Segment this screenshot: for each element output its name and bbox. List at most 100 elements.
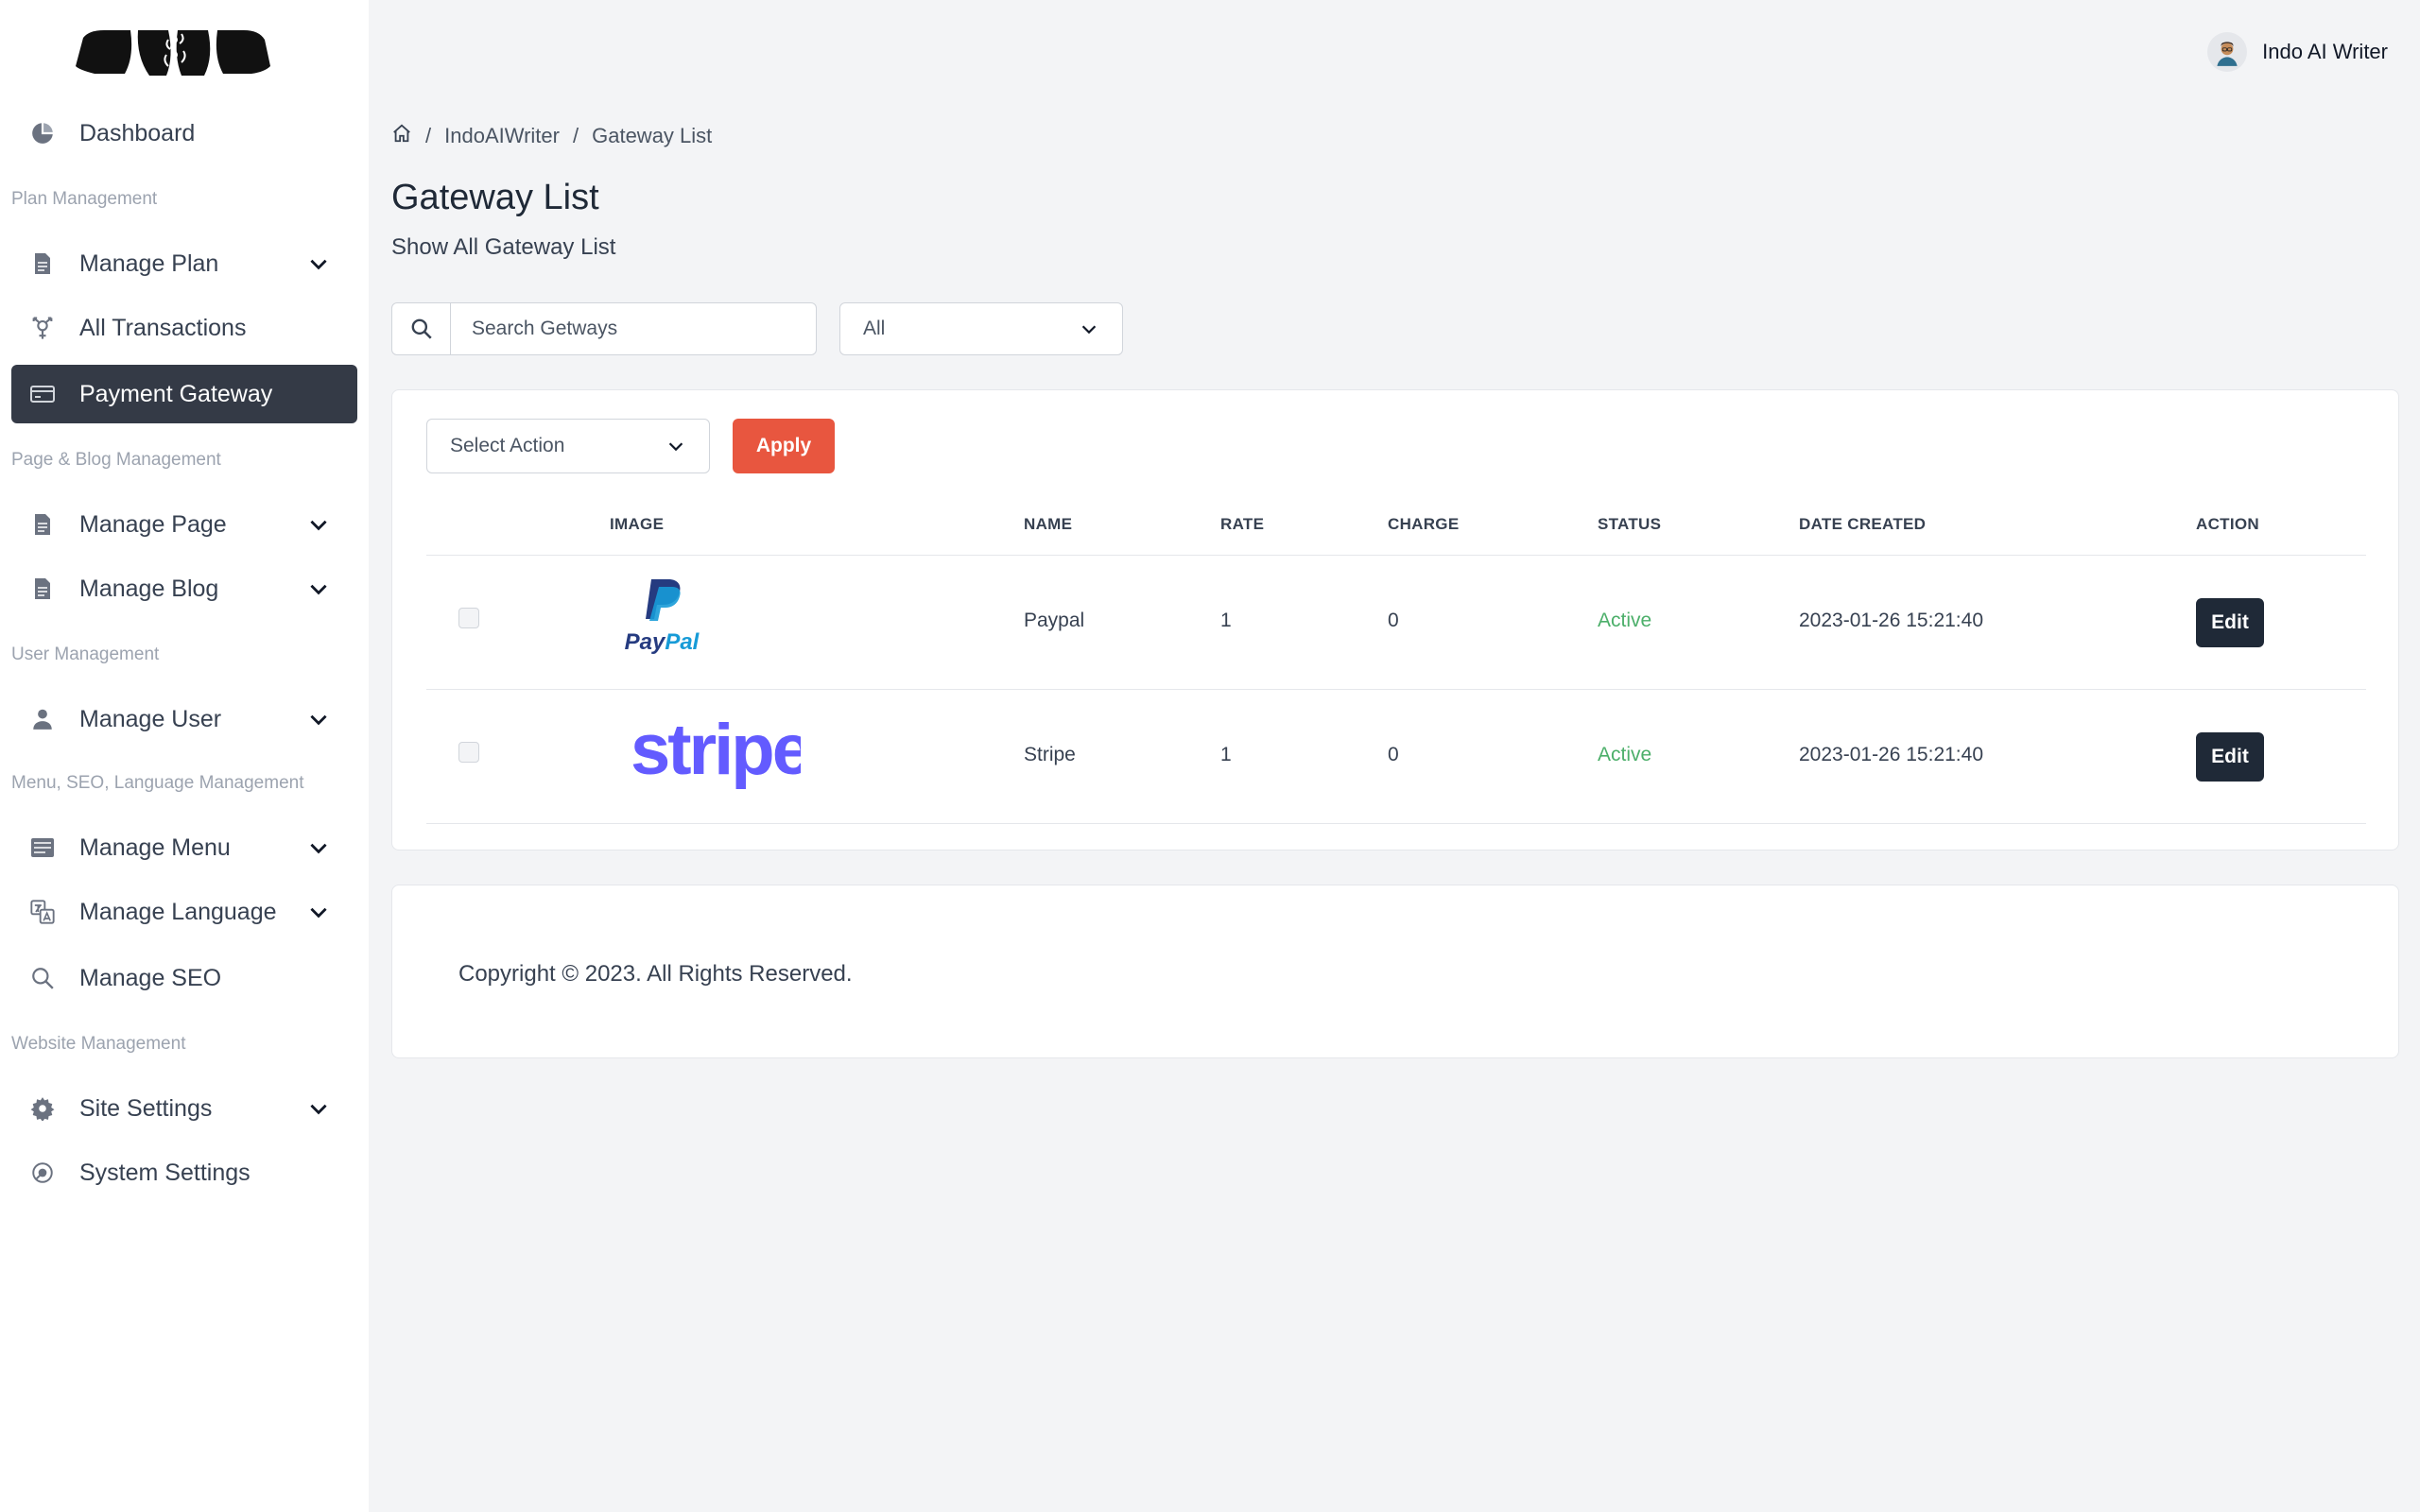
home-icon[interactable] bbox=[391, 123, 412, 149]
bulk-action-select[interactable]: Select Action bbox=[426, 419, 710, 473]
gateway-name: Stripe bbox=[1024, 744, 1076, 765]
sidebar-item-all-transactions[interactable]: All Transactions bbox=[11, 299, 357, 357]
sidebar-item-label: Manage User bbox=[79, 705, 222, 732]
table-divider bbox=[426, 555, 2366, 556]
sidebar-item-label: System Settings bbox=[79, 1159, 251, 1186]
translate-icon bbox=[28, 898, 57, 926]
search-icon[interactable] bbox=[392, 303, 451, 354]
gateway-rate: 1 bbox=[1220, 610, 1232, 631]
breadcrumb: / IndoAIWriter / Gateway List bbox=[391, 123, 712, 149]
footer: Copyright © 2023. All Rights Reserved. bbox=[391, 885, 2399, 1058]
chevron-down-icon bbox=[310, 259, 327, 270]
search-box bbox=[391, 302, 817, 355]
search-input[interactable] bbox=[451, 303, 816, 354]
sidebar-item-label: Manage Language bbox=[79, 898, 277, 925]
avatar bbox=[2207, 32, 2248, 72]
sidebar-item-system-settings[interactable]: System Settings bbox=[11, 1143, 357, 1202]
breadcrumb-item-current: Gateway List bbox=[592, 124, 713, 147]
sidebar-item-label: Dashboard bbox=[79, 119, 196, 146]
sidebar-item-dashboard[interactable]: Dashboard bbox=[11, 104, 357, 163]
column-header-action: ACTION bbox=[2196, 515, 2259, 533]
chevron-down-icon bbox=[310, 714, 327, 726]
chevron-down-icon bbox=[310, 1104, 327, 1115]
chevron-down-icon bbox=[310, 843, 327, 854]
apply-button[interactable]: Apply bbox=[733, 419, 835, 473]
sidebar-item-label: Manage Menu bbox=[79, 833, 231, 861]
sidebar-item-manage-seo[interactable]: Manage SEO bbox=[11, 949, 357, 1007]
credit-card-icon bbox=[28, 380, 57, 408]
user-icon bbox=[28, 705, 57, 733]
sidebar-item-label: Manage Blog bbox=[79, 575, 219, 602]
section-label-user: User Management bbox=[11, 644, 160, 664]
column-header-image: IMAGE bbox=[610, 515, 665, 533]
sidebar-item-manage-language[interactable]: Manage Language bbox=[11, 883, 357, 941]
sidebar-item-label: Manage Page bbox=[79, 510, 227, 538]
sidebar: Dashboard Plan Management Manage Plan Al… bbox=[0, 0, 369, 1512]
sidebar-item-label: Site Settings bbox=[79, 1094, 213, 1122]
sidebar-item-manage-user[interactable]: Manage User bbox=[11, 690, 357, 748]
table-divider bbox=[426, 689, 2366, 690]
row-checkbox[interactable] bbox=[458, 608, 479, 628]
section-label-plan: Plan Management bbox=[11, 189, 158, 209]
system-settings-icon bbox=[28, 1159, 57, 1187]
sidebar-item-site-settings[interactable]: Site Settings bbox=[11, 1079, 357, 1138]
pie-chart-icon bbox=[28, 119, 57, 147]
row-checkbox[interactable] bbox=[458, 742, 479, 763]
column-header-name: NAME bbox=[1024, 515, 1073, 533]
transactions-icon bbox=[28, 314, 57, 342]
search-icon bbox=[28, 964, 57, 992]
svg-text:stripe: stripe bbox=[631, 715, 801, 790]
chevron-down-icon bbox=[310, 907, 327, 919]
status-badge: Active bbox=[1598, 610, 1652, 631]
edit-button[interactable]: Edit bbox=[2196, 732, 2264, 782]
sidebar-item-payment-gateway[interactable]: Payment Gateway bbox=[11, 365, 357, 423]
sidebar-item-manage-blog[interactable]: Manage Blog bbox=[11, 559, 357, 618]
breadcrumb-separator: / bbox=[572, 124, 579, 147]
svg-text:PayPal: PayPal bbox=[625, 629, 700, 655]
filter-selected-value: All bbox=[863, 318, 886, 339]
table-divider bbox=[426, 823, 2366, 824]
status-badge: Active bbox=[1598, 744, 1652, 765]
chevron-down-icon bbox=[310, 520, 327, 531]
breadcrumb-separator: / bbox=[425, 124, 432, 147]
copyright-text: Copyright © 2023. All Rights Reserved. bbox=[458, 961, 853, 987]
document-icon bbox=[28, 249, 57, 278]
section-label-website: Website Management bbox=[11, 1034, 186, 1054]
sidebar-item-label: Manage Plan bbox=[79, 249, 219, 277]
user-name: Indo AI Writer bbox=[2262, 40, 2388, 63]
document-icon bbox=[28, 575, 57, 603]
sidebar-item-manage-menu[interactable]: Manage Menu bbox=[11, 818, 357, 877]
gateway-rate: 1 bbox=[1220, 744, 1232, 765]
chevron-down-icon bbox=[668, 442, 683, 452]
status-filter-select[interactable]: All bbox=[839, 302, 1123, 355]
sidebar-item-manage-plan[interactable]: Manage Plan bbox=[11, 234, 357, 293]
date-created: 2023-01-26 15:21:40 bbox=[1799, 744, 1983, 765]
menu-icon bbox=[28, 833, 57, 862]
stripe-logo: stripe bbox=[631, 715, 801, 790]
breadcrumb-item-root[interactable]: IndoAIWriter bbox=[444, 124, 560, 148]
sidebar-item-label: All Transactions bbox=[79, 314, 247, 341]
column-header-charge: CHARGE bbox=[1388, 515, 1460, 533]
page-title: Gateway List bbox=[391, 178, 599, 217]
column-header-date-created: DATE CREATED bbox=[1799, 515, 1927, 533]
user-menu[interactable]: Indo AI Writer bbox=[2207, 32, 2388, 72]
brand-logo[interactable] bbox=[76, 28, 270, 77]
gateway-charge: 0 bbox=[1388, 744, 1399, 765]
gateway-name: Paypal bbox=[1024, 610, 1085, 631]
sidebar-item-manage-page[interactable]: Manage Page bbox=[11, 495, 357, 554]
page-subtitle: Show All Gateway List bbox=[391, 234, 616, 260]
paypal-logo: PayPal bbox=[625, 579, 700, 655]
gateway-charge: 0 bbox=[1388, 610, 1399, 631]
chevron-down-icon bbox=[1081, 325, 1097, 335]
chevron-down-icon bbox=[310, 584, 327, 595]
sidebar-item-label: Payment Gateway bbox=[79, 380, 273, 407]
document-icon bbox=[28, 510, 57, 539]
gear-icon bbox=[28, 1094, 57, 1123]
bulk-action-label: Select Action bbox=[450, 435, 565, 456]
column-header-rate: RATE bbox=[1220, 515, 1265, 533]
column-header-status: STATUS bbox=[1598, 515, 1662, 533]
sidebar-item-label: Manage SEO bbox=[79, 964, 222, 991]
gateway-table-card: Select Action Apply IMAGE NAME RATE CHAR… bbox=[391, 389, 2399, 850]
edit-button[interactable]: Edit bbox=[2196, 598, 2264, 647]
date-created: 2023-01-26 15:21:40 bbox=[1799, 610, 1983, 631]
